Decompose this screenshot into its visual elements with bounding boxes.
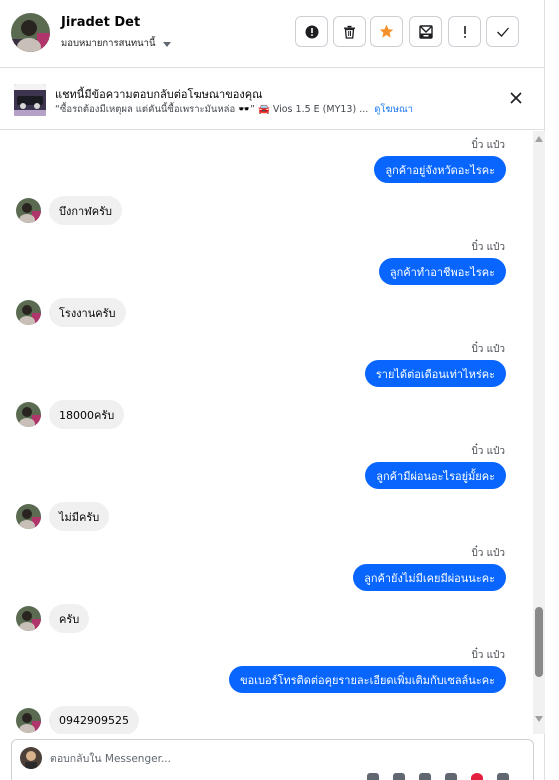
seen-by-label: บิ๋ว แป๋ว <box>471 548 505 559</box>
contact-avatar[interactable] <box>11 13 50 52</box>
exclamation-icon <box>463 25 466 38</box>
image-icon[interactable] <box>393 773 405 780</box>
assign-conversation-dropdown[interactable]: มอบหมายการสนทนานี้ <box>61 36 171 51</box>
done-button[interactable] <box>486 16 519 47</box>
emoji-icon[interactable] <box>445 773 457 780</box>
outgoing-message[interactable]: รายได้ต่อเดือนเท่าไหร่คะ <box>364 360 506 387</box>
incoming-message[interactable]: 18000ครับ <box>49 400 125 429</box>
spam-button[interactable] <box>295 16 328 47</box>
star-button[interactable] <box>370 16 403 47</box>
ad-caption: “ซื้อรถต้องมีเหตุผล แต่คันนี้ซื้อเพราะมั… <box>55 104 369 115</box>
scroll-up-arrow-icon[interactable] <box>535 136 543 142</box>
incoming-message-row: ครับ <box>16 604 90 633</box>
message-scrollbar[interactable] <box>533 131 545 734</box>
checkmark-icon <box>496 27 509 37</box>
scroll-down-arrow-icon[interactable] <box>535 716 543 722</box>
reply-composer <box>11 739 534 780</box>
messenger-panel: Jiradet Det มอบหมายการสนทนานี้ แชทนี้มีข… <box>0 0 545 780</box>
page-avatar <box>20 747 42 769</box>
seen-by-label: บิ๋ว แป๋ว <box>471 344 505 355</box>
seen-by-label: บิ๋ว แป๋ว <box>471 650 505 661</box>
incoming-message-row: บึงกาฬครับ <box>16 196 122 225</box>
incoming-message-row: โรงงานครับ <box>16 298 126 327</box>
ad-banner-title: แชทนี้มีข้อความตอบกลับต่อโฆษณาของคุณ <box>55 88 263 101</box>
more-icon[interactable] <box>497 773 509 780</box>
incoming-message[interactable]: 0942909525 <box>49 706 139 734</box>
ad-banner-subtitle: “ซื้อรถต้องมีเหตุผล แต่คันนี้ซื้อเพราะมั… <box>55 102 413 117</box>
scroll-thumb[interactable] <box>535 607 543 677</box>
incoming-message-row: 0942909525 <box>16 706 139 734</box>
conversation-header: Jiradet Det มอบหมายการสนทนานี้ <box>0 0 545 68</box>
contact-name[interactable]: Jiradet Det <box>61 15 140 30</box>
sender-avatar[interactable] <box>16 606 41 631</box>
outgoing-message[interactable]: ลูกค้ายังไม่มีเคยมีผ่อนนะคะ <box>353 564 506 591</box>
sender-avatar[interactable] <box>16 198 41 223</box>
outgoing-message[interactable]: ขอเบอร์โทรติดต่อคุยรายละเอียดเพิ่มเติมกั… <box>229 666 506 693</box>
delete-button[interactable] <box>333 16 366 47</box>
incoming-message[interactable]: โรงงานครับ <box>49 298 126 327</box>
incoming-message-row: ไม่มีครับ <box>16 502 110 531</box>
gif-icon[interactable] <box>419 773 431 780</box>
close-icon <box>510 92 522 104</box>
incoming-message-row: 18000ครับ <box>16 400 125 429</box>
reply-input[interactable] <box>50 750 350 768</box>
ad-thumbnail[interactable] <box>14 84 46 116</box>
assign-label: มอบหมายการสนทนานี้ <box>61 38 156 49</box>
attachment-icon[interactable] <box>367 773 379 780</box>
sender-avatar[interactable] <box>16 300 41 325</box>
view-ad-link[interactable]: ดูโฆษณา <box>374 104 413 115</box>
outgoing-message[interactable]: ลูกค้ามีผ่อนอะไรอยู่มั้ยคะ <box>365 462 506 489</box>
sender-avatar[interactable] <box>16 708 41 733</box>
archive-button[interactable] <box>409 16 442 47</box>
incoming-message[interactable]: บึงกาฬครับ <box>49 196 122 225</box>
mark-unread-button[interactable] <box>448 16 481 47</box>
exclamation-circle-icon <box>305 25 318 38</box>
sender-avatar[interactable] <box>16 504 41 529</box>
seen-by-label: บิ๋ว แป๋ว <box>471 140 505 151</box>
seen-by-label: บิ๋ว แป๋ว <box>471 242 505 253</box>
close-banner-button[interactable] <box>507 89 525 107</box>
seen-by-label: บิ๋ว แป๋ว <box>471 446 505 457</box>
trash-icon <box>344 25 355 39</box>
composer-toolbar <box>367 773 509 780</box>
like-icon[interactable] <box>471 773 483 780</box>
message-list: บิ๋ว แป๋ว ลูกค้าอยู่จังหวัดอะไรคะ บึงกาฬ… <box>0 131 533 734</box>
incoming-message[interactable]: ครับ <box>49 604 90 633</box>
outgoing-message[interactable]: ลูกค้าทำอาชีพอะไรคะ <box>378 258 506 285</box>
incoming-message[interactable]: ไม่มีครับ <box>49 502 110 531</box>
ad-reply-banner: แชทนี้มีข้อความตอบกลับต่อโฆษณาของคุณ “ซื… <box>0 69 545 130</box>
sender-avatar[interactable] <box>16 402 41 427</box>
star-icon <box>379 24 394 38</box>
archive-envelope-icon <box>418 24 433 39</box>
outgoing-message[interactable]: ลูกค้าอยู่จังหวัดอะไรคะ <box>374 156 506 183</box>
caret-down-icon <box>162 41 171 47</box>
